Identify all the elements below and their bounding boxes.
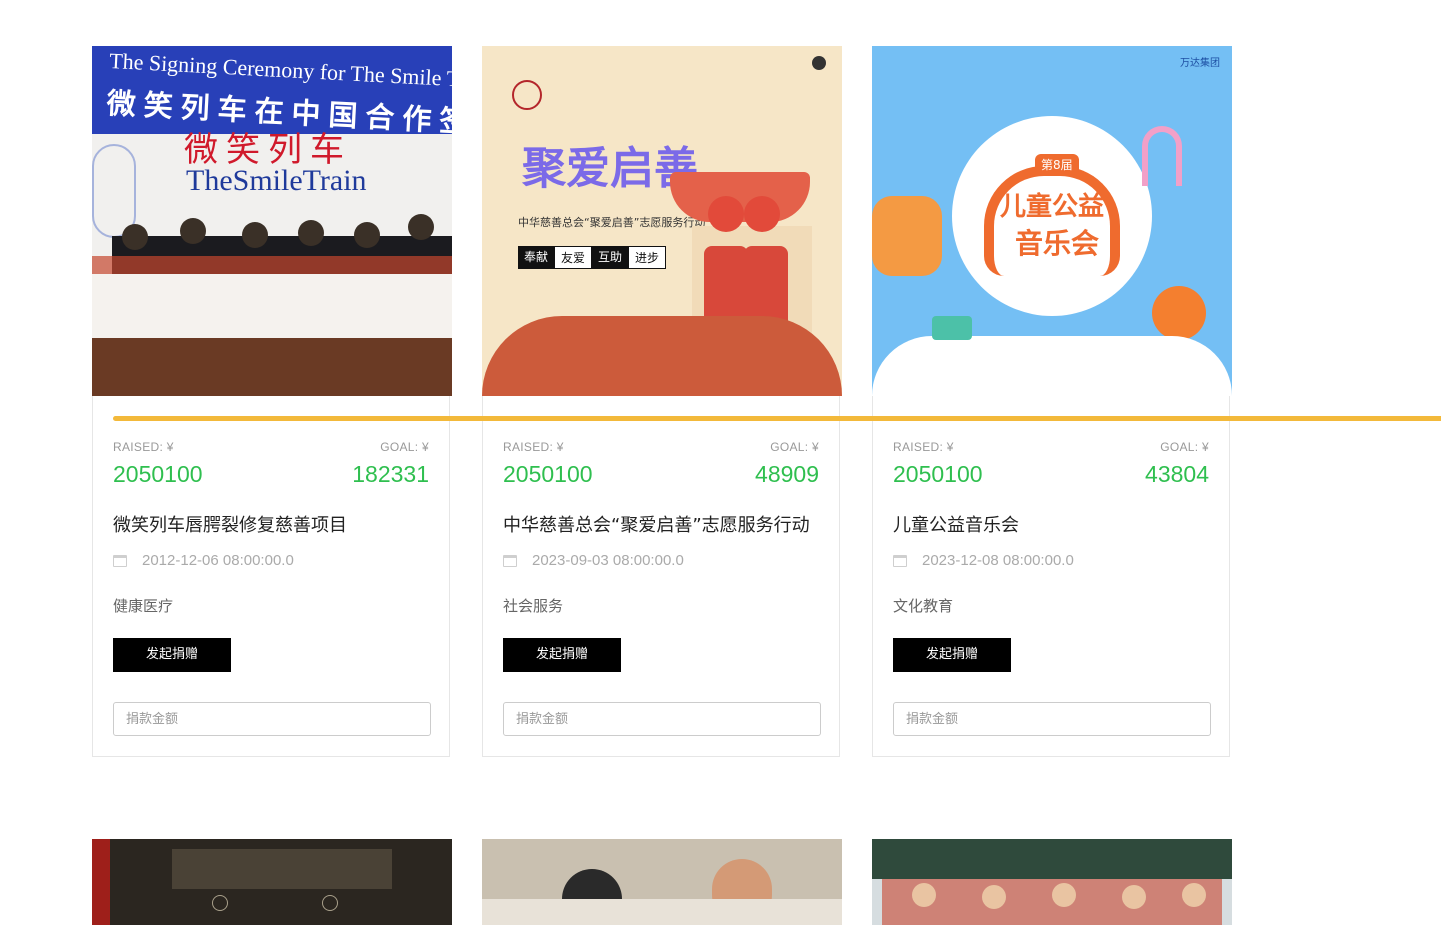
project-category[interactable]: 健康医疗 — [113, 595, 429, 616]
donation-amount-input[interactable] — [503, 702, 821, 736]
goal-label: GOAL: ¥ — [770, 440, 819, 454]
project-category[interactable]: 文化教育 — [893, 595, 1209, 616]
goal-value: 43804 — [1145, 461, 1209, 487]
raised-label: RAISED: ¥ — [893, 440, 954, 454]
calendar-icon — [113, 554, 127, 567]
img-headline-1: 儿童公益 — [1000, 192, 1105, 222]
donate-button[interactable]: 发起捐赠 — [113, 638, 231, 672]
calendar-icon — [893, 554, 907, 567]
img-tag: 奉献 — [518, 246, 555, 269]
raised-label: RAISED: ¥ — [113, 440, 174, 454]
project-card: 聚爱启善 中华慈善总会“聚爱启善”志愿服务行动 奉献 友爱 互助 进步 RAIS… — [482, 46, 842, 757]
raised-value: 2050100 — [893, 461, 983, 487]
donation-amount-input[interactable] — [893, 702, 1211, 736]
goal-value: 182331 — [352, 461, 429, 487]
raised-label: RAISED: ¥ — [503, 440, 564, 454]
img-tag: 友爱 — [554, 246, 593, 269]
progress-bar — [113, 416, 1441, 421]
project-image[interactable] — [482, 839, 842, 925]
donation-amount-input[interactable] — [113, 702, 431, 736]
donate-button[interactable]: 发起捐赠 — [503, 638, 621, 672]
calendar-icon — [503, 554, 517, 567]
project-card: 第8届 儿童公益 音乐会 万达集团 RAISED: ¥ 2050100 GOAL… — [872, 46, 1232, 757]
donation-project-grid: The Signing Ceremony for The Smile Tr 微笑… — [0, 0, 1441, 925]
project-title[interactable]: 中华慈善总会“聚爱启善”志愿服务行动 — [503, 514, 819, 538]
donate-button[interactable]: 发起捐赠 — [893, 638, 1011, 672]
project-title[interactable]: 微笑列车唇腭裂修复慈善项目 — [113, 514, 429, 538]
project-date: 2023-12-08 08:00:00.0 — [922, 552, 1074, 569]
project-image[interactable]: 聚爱启善 中华慈善总会“聚爱启善”志愿服务行动 奉献 友爱 互助 进步 — [482, 46, 842, 396]
img-headline-2: 音乐会 — [1015, 227, 1100, 260]
project-date: 2023-09-03 08:00:00.0 — [532, 552, 684, 569]
img-tag: 互助 — [592, 246, 629, 269]
img-subtitle: 中华慈善总会“聚爱启善”志愿服务行动 — [518, 216, 706, 229]
img-brand: 万达集团 — [1180, 58, 1220, 69]
raised-value: 2050100 — [113, 461, 203, 487]
project-image[interactable] — [92, 839, 452, 925]
goal-value: 48909 — [755, 461, 819, 487]
project-date: 2012-12-06 08:00:00.0 — [142, 552, 294, 569]
project-category[interactable]: 社会服务 — [503, 595, 819, 616]
project-image[interactable]: The Signing Ceremony for The Smile Tr 微笑… — [92, 46, 452, 396]
project-title[interactable]: 儿童公益音乐会 — [893, 514, 1209, 538]
goal-label: GOAL: ¥ — [380, 440, 429, 454]
project-image[interactable] — [872, 839, 1232, 925]
img-badge: 第8届 — [1035, 154, 1079, 175]
raised-value: 2050100 — [503, 461, 593, 487]
project-image[interactable]: 第8届 儿童公益 音乐会 万达集团 — [872, 46, 1232, 396]
img-logo-en: TheSmileTrain — [186, 164, 367, 197]
img-tag: 进步 — [628, 246, 667, 269]
goal-label: GOAL: ¥ — [1160, 440, 1209, 454]
project-card: The Signing Ceremony for The Smile Tr 微笑… — [92, 46, 452, 757]
